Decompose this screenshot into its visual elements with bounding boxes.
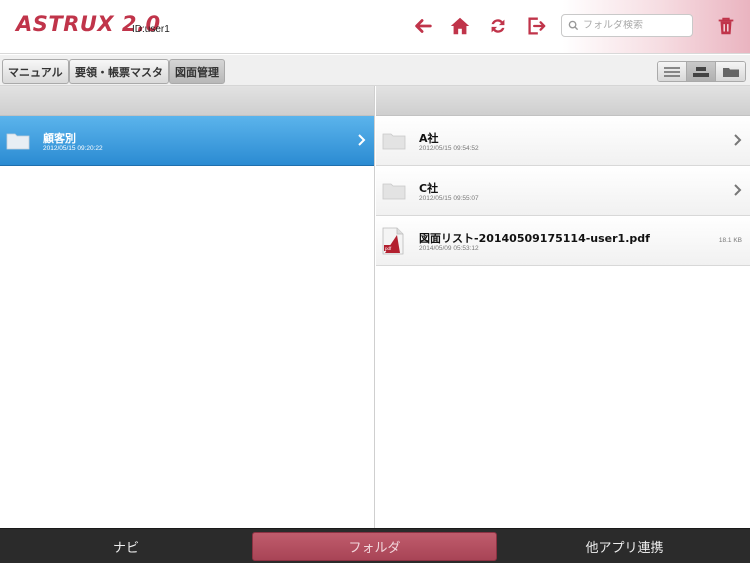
tab-forms-master[interactable]: 要領・帳票マスタ [69,59,169,84]
chevron-right-icon [358,134,366,146]
tab-drawing-management[interactable]: 図面管理 [169,59,225,84]
sync-icon[interactable] [486,14,510,38]
search-input[interactable] [583,20,688,31]
folder-row-a[interactable]: A社 2012/05/15 09:54:52 [376,116,750,166]
right-pane-header [376,86,750,116]
folder-date: 2012/05/15 09:54:52 [419,145,479,152]
list-view-icon[interactable] [658,62,687,81]
tab-manual[interactable]: マニュアル [2,59,69,84]
split-view-icon[interactable] [687,62,716,81]
folder-name: A社 [419,132,439,145]
folder-date: 2012/05/15 09:55:07 [419,195,479,202]
folder-icon [382,183,406,200]
app-header: ASTRUX 2.0 ID:user1 [0,0,750,54]
pdf-file-icon: pdf [382,227,404,255]
folder-date: 2012/05/15 09:20:22 [43,145,103,152]
file-name: 図面リスト-20140509175114-user1.pdf [419,232,650,245]
right-content-pane: A社 2012/05/15 09:54:52 C社 2012/05/15 09:… [376,86,750,528]
home-icon[interactable] [448,14,472,38]
folder-row-customer[interactable]: 顧客別 2012/05/15 09:20:22 [0,116,374,166]
nav-folder[interactable]: フォルダ [252,532,497,561]
file-row-pdf[interactable]: pdf 図面リスト-20140509175114-user1.pdf 2014/… [376,216,750,266]
folder-row-c[interactable]: C社 2012/05/15 09:55:07 [376,166,750,216]
folder-icon [6,133,30,150]
file-date: 2014/05/09 05:53:12 [419,245,479,252]
nav-navi[interactable]: ナビ [0,529,252,563]
chevron-right-icon [734,134,742,146]
file-size: 18.1 KB [718,237,742,244]
nav-app-integration[interactable]: 他アプリ連携 [499,529,750,563]
folder-view-icon[interactable] [716,62,745,81]
chevron-right-icon [734,184,742,196]
folder-icon [382,133,406,150]
logout-icon[interactable] [524,14,548,38]
folder-search-field[interactable] [561,14,693,37]
category-tab-bar: マニュアル 要領・帳票マスタ 図面管理 [0,55,750,86]
view-mode-switcher [657,61,746,82]
left-pane-header [0,86,374,116]
folder-name: C社 [419,182,439,195]
left-folder-pane: 顧客別 2012/05/15 09:20:22 [0,86,375,528]
bottom-navigation-bar: ナビ フォルダ 他アプリ連携 [0,528,750,563]
search-icon [568,20,579,31]
back-arrow-icon[interactable] [411,14,435,38]
folder-name: 顧客別 [43,132,76,145]
user-id-label: ID:user1 [132,24,170,35]
svg-text:pdf: pdf [385,246,392,251]
trash-icon[interactable] [714,14,738,38]
